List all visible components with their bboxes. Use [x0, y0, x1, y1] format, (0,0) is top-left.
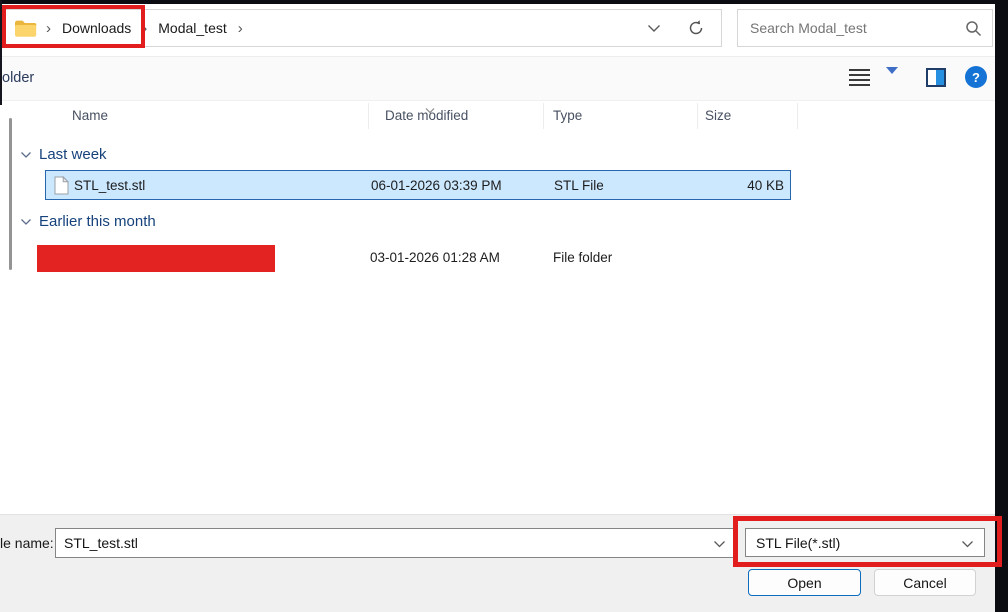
file-name: STL_test.stl: [74, 178, 146, 193]
column-divider: [543, 103, 544, 129]
help-icon[interactable]: ?: [965, 66, 987, 88]
cancel-button[interactable]: Cancel: [874, 569, 976, 596]
file-type: STL File: [554, 178, 604, 193]
list-view-icon[interactable]: [849, 69, 870, 86]
address-bar: › Downloads › Modal_test ›: [3, 9, 722, 47]
folder-row-redacted[interactable]: 03-01-2026 01:28 AM File folder: [37, 243, 791, 273]
search-icon[interactable]: [965, 20, 982, 37]
group-header-earlier-this-month[interactable]: Earlier this month: [20, 213, 156, 230]
file-type-value: STL File(*.stl): [756, 534, 841, 551]
address-dropdown-icon[interactable]: [647, 24, 661, 33]
file-name-input[interactable]: [56, 535, 713, 551]
column-header-name[interactable]: Name: [72, 108, 108, 123]
file-type-select[interactable]: STL File(*.stl): [745, 528, 985, 557]
redaction-box: [37, 245, 275, 272]
file-type: File folder: [553, 250, 613, 265]
sort-descending-icon: [424, 101, 436, 119]
breadcrumb-item-downloads[interactable]: Downloads: [60, 18, 133, 38]
view-dropdown-icon[interactable]: [886, 67, 898, 92]
dialog-footer: le name: STL File(*.stl) Open Cancel: [0, 514, 995, 612]
preview-pane-icon[interactable]: [926, 68, 946, 87]
group-label: Last week: [39, 146, 107, 163]
chevron-down-icon: [21, 218, 31, 225]
breadcrumb-item-modal-test[interactable]: Modal_test: [156, 18, 228, 38]
window-edge-left: [0, 0, 2, 105]
column-divider: [697, 103, 698, 129]
column-header-size[interactable]: Size: [705, 108, 731, 123]
group-header-last-week[interactable]: Last week: [20, 146, 107, 163]
folder-icon: [14, 19, 37, 38]
chevron-down-icon[interactable]: [961, 535, 974, 551]
group-label: Earlier this month: [39, 213, 156, 230]
file-date-modified: 06-01-2026 03:39 PM: [371, 178, 502, 193]
new-folder-label[interactable]: older: [2, 70, 34, 86]
file-icon: [54, 175, 70, 200]
search-box: [737, 9, 993, 47]
file-row-stl-test[interactable]: STL_test.stl 06-01-2026 03:39 PM STL Fil…: [45, 170, 791, 200]
chevron-down-icon: [21, 151, 31, 158]
window-edge-right: [995, 0, 1008, 612]
file-open-dialog: › Downloads › Modal_test › ol: [0, 0, 1008, 612]
breadcrumb-separator-icon: ›: [237, 19, 243, 37]
column-header-row: Name Date modified Type Size: [0, 101, 995, 131]
chevron-down-icon[interactable]: [713, 535, 726, 551]
column-header-type[interactable]: Type: [553, 108, 582, 123]
open-button[interactable]: Open: [748, 569, 861, 596]
file-name-combobox[interactable]: [55, 528, 737, 558]
search-input[interactable]: [750, 20, 965, 36]
file-date-modified: 03-01-2026 01:28 AM: [370, 250, 500, 265]
breadcrumb-separator-icon: ›: [46, 19, 51, 37]
toolbar: older ?: [0, 56, 995, 101]
window-edge-top: [0, 0, 1008, 4]
refresh-icon[interactable]: [687, 19, 705, 37]
file-name-label: le name:: [0, 535, 54, 551]
scrollbar[interactable]: [9, 118, 12, 270]
column-divider: [368, 103, 369, 129]
file-size: 40 KB: [747, 178, 784, 193]
breadcrumb-separator-icon: ›: [142, 19, 148, 37]
column-divider: [797, 103, 798, 129]
